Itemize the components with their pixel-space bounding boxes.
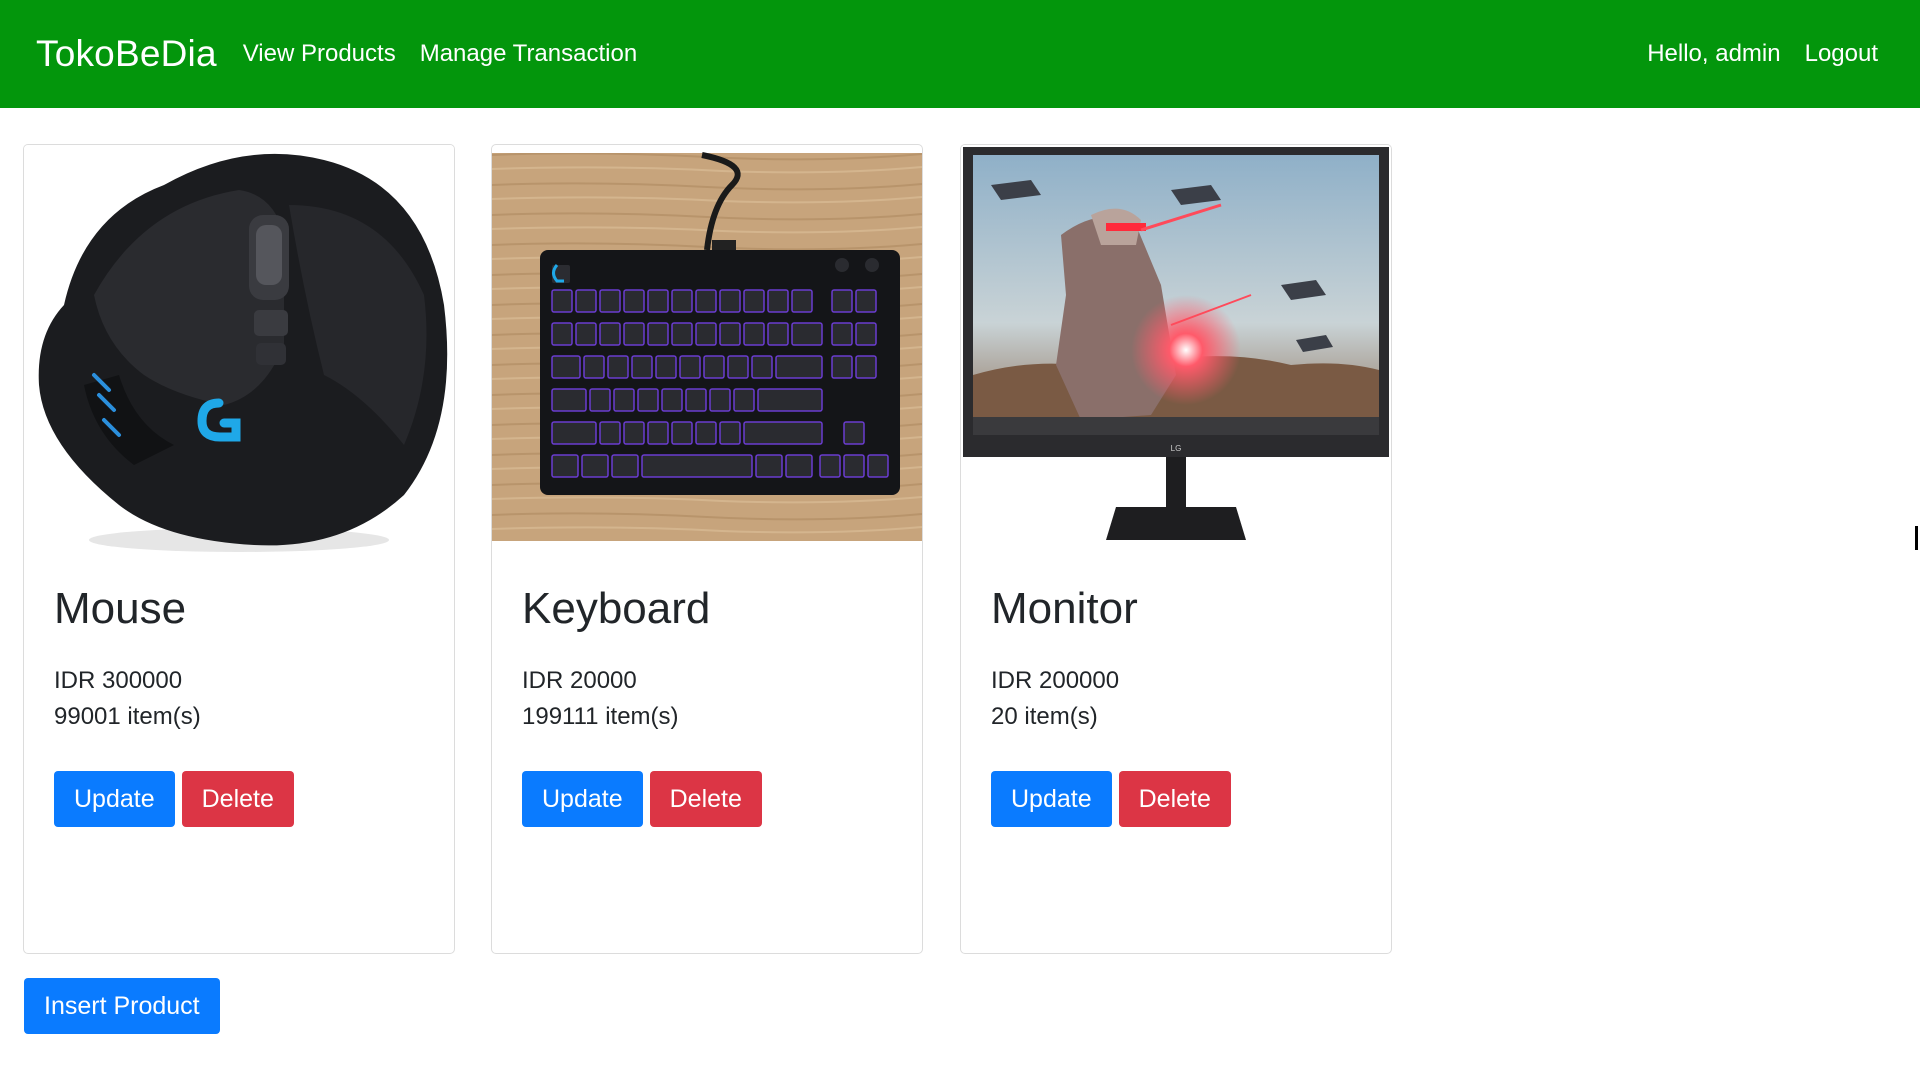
update-button[interactable]: Update — [522, 771, 643, 828]
product-card-monitor: LG Monitor IDR 200000 20 item(s) Update … — [960, 144, 1392, 954]
nav-link-manage-transaction[interactable]: Manage Transaction — [420, 40, 637, 68]
product-price: IDR 200000 — [991, 667, 1120, 695]
mechanical-keyboard-image — [492, 152, 922, 541]
svg-text:LG: LG — [1171, 444, 1182, 453]
text-cursor-icon — [1915, 526, 1918, 550]
delete-button[interactable]: Delete — [181, 771, 294, 828]
navbar-right: Hello, admin Logout — [1647, 40, 1878, 68]
product-price: IDR 300000 — [54, 667, 183, 695]
product-card-mouse: Mouse IDR 300000 99001 item(s) Update De… — [23, 144, 455, 954]
gaming-mouse-image — [24, 145, 454, 553]
product-stock: 99001 item(s) — [54, 703, 201, 731]
update-button[interactable]: Update — [991, 771, 1112, 828]
product-name: Mouse — [54, 584, 187, 633]
insert-product-button[interactable]: Insert Product — [24, 978, 220, 1034]
delete-button[interactable]: Delete — [649, 771, 762, 828]
top-navbar: TokoBeDia View Products Manage Transacti… — [0, 0, 1920, 108]
navbar-left: TokoBeDia View Products Manage Transacti… — [36, 33, 661, 75]
card-body: Keyboard IDR 20000 199111 item(s) Update… — [522, 584, 892, 828]
logout-link[interactable]: Logout — [1805, 40, 1878, 68]
product-stock: 199111 item(s) — [522, 703, 679, 731]
delete-button[interactable]: Delete — [1118, 771, 1231, 828]
product-card-keyboard: Keyboard IDR 20000 199111 item(s) Update… — [491, 144, 923, 954]
product-price: IDR 20000 — [522, 667, 637, 695]
card-actions: Update Delete — [522, 771, 892, 828]
brand-logo-link[interactable]: TokoBeDia — [36, 33, 217, 75]
card-actions: Update Delete — [54, 771, 424, 828]
card-body: Monitor IDR 200000 20 item(s) Update Del… — [991, 584, 1361, 828]
card-body: Mouse IDR 300000 99001 item(s) Update De… — [54, 584, 424, 828]
product-stock: 20 item(s) — [991, 703, 1098, 731]
nav-link-view-products[interactable]: View Products — [243, 40, 396, 68]
product-name: Keyboard — [522, 584, 711, 633]
product-name: Monitor — [991, 584, 1138, 633]
user-greeting: Hello, admin — [1647, 40, 1781, 67]
card-actions: Update Delete — [991, 771, 1361, 828]
lcd-monitor-image: LG — [961, 145, 1391, 553]
update-button[interactable]: Update — [54, 771, 175, 828]
